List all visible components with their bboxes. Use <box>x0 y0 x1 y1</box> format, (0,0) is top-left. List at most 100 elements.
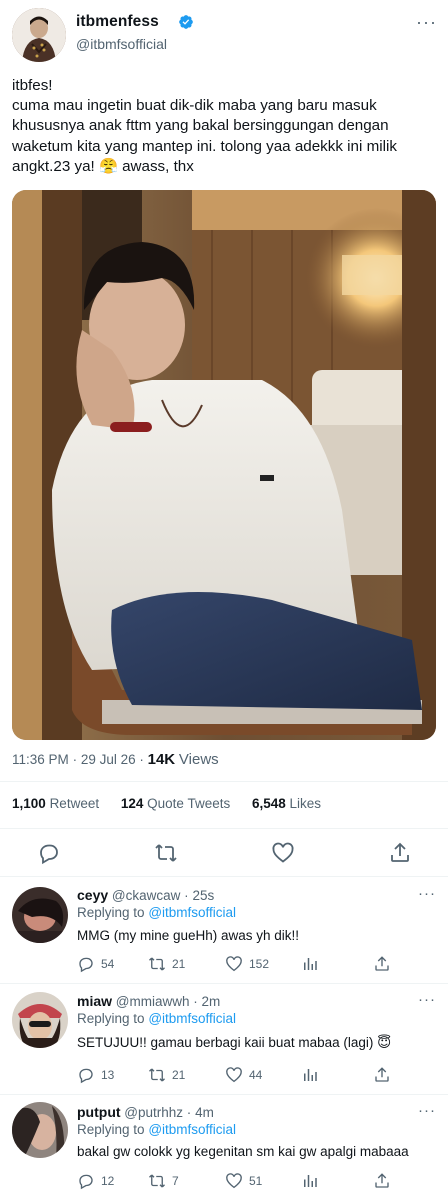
meta-separator: · <box>139 752 148 767</box>
tweet-text: itbfes! cuma mau ingetin buat dik-dik ma… <box>12 77 397 175</box>
tweet-date[interactable]: 29 Jul 26 <box>81 752 136 767</box>
reply-retweet-action[interactable]: 21 <box>148 955 185 973</box>
replying-to: Replying to @itbmfsofficial <box>77 1011 236 1026</box>
like-icon <box>226 1067 242 1083</box>
reply-author-name[interactable]: ceyy <box>77 887 108 903</box>
like-icon <box>226 956 242 972</box>
quotes-label[interactable]: Quote Tweets <box>147 796 230 811</box>
retweet-count: 21 <box>172 1068 186 1082</box>
reply-like-action[interactable]: 51 <box>225 1172 262 1190</box>
author-handle[interactable]: @itbmfsofficial <box>76 36 167 52</box>
reply-time[interactable]: 4m <box>195 1105 214 1120</box>
like-count: 51 <box>249 1174 263 1188</box>
author-name[interactable]: itbmenfess <box>76 13 159 31</box>
retweet-count: 7 <box>172 1174 179 1188</box>
reply-header: ceyy @ckawcaw · 25s <box>77 887 214 903</box>
more-icon[interactable]: ··· <box>418 885 436 902</box>
reply-reply-action[interactable]: 13 <box>77 1066 114 1084</box>
reply-icon <box>79 957 93 973</box>
like-count: 44 <box>249 1068 263 1082</box>
more-icon[interactable]: ··· <box>416 12 437 33</box>
replying-to: Replying to @itbmfsofficial <box>77 1122 236 1137</box>
replying-to-handle[interactable]: @itbmfsofficial <box>148 1122 236 1137</box>
replying-prefix: Replying to <box>77 1122 145 1137</box>
retweet-icon <box>149 1068 165 1082</box>
reply-author-handle[interactable]: @putrhhz <box>124 1105 183 1120</box>
reply-count: 12 <box>101 1174 115 1188</box>
author-avatar[interactable] <box>12 8 66 62</box>
retweet-icon <box>149 1174 165 1188</box>
tweet-photo[interactable] <box>12 190 436 740</box>
divider <box>0 983 448 984</box>
reply-retweet-action[interactable]: 21 <box>148 1066 185 1084</box>
likes-label[interactable]: Likes <box>290 796 322 811</box>
replying-to-handle[interactable]: @itbmfsofficial <box>148 1011 236 1026</box>
reply-text: bakal gw colokk yg kegenitan sm kai gw a… <box>77 1144 409 1159</box>
tweet-photo-image <box>12 190 436 740</box>
views-label: Views <box>178 751 219 768</box>
divider <box>0 876 448 877</box>
reply-text: SETUJUU!! gamau berbagi kaii buat mabaa … <box>77 1035 392 1050</box>
retweet-icon[interactable] <box>154 841 178 865</box>
reply-text: MMG (my mine gueHh) awas yh dik!! <box>77 928 300 943</box>
reply-avatar[interactable] <box>12 887 68 943</box>
reply-author-handle[interactable]: @ckawcaw <box>112 888 180 903</box>
reply-avatar[interactable] <box>12 1102 68 1158</box>
replying-to-handle[interactable]: @itbmfsofficial <box>148 905 236 920</box>
meta-separator: · <box>72 752 81 767</box>
reply-author-name[interactable]: miaw <box>77 993 112 1009</box>
reply-avatar-image <box>12 887 68 943</box>
replying-prefix: Replying to <box>77 1011 145 1026</box>
author-avatar-image <box>12 8 66 62</box>
reply-author-name[interactable]: putput <box>77 1104 121 1120</box>
reply-like-action[interactable]: 152 <box>225 955 269 973</box>
reply-icon <box>79 1068 93 1084</box>
reply-header: miaw @mmiawwh · 2m <box>77 993 220 1009</box>
reply-separator: · <box>184 888 189 903</box>
reply-reply-action[interactable]: 12 <box>77 1172 114 1190</box>
reply-retweet-action[interactable]: 7 <box>148 1172 179 1190</box>
views-count: 14K <box>147 751 176 768</box>
share-icon[interactable] <box>373 955 391 973</box>
retweets-count[interactable]: 1,100 <box>12 796 46 811</box>
share-icon[interactable] <box>373 1172 391 1190</box>
retweet-count: 21 <box>172 957 186 971</box>
reply-time[interactable]: 25s <box>192 888 214 903</box>
reply-icon[interactable] <box>37 841 61 865</box>
views-icon[interactable] <box>301 955 319 973</box>
reply-header: putput @putrhhz · 4m <box>77 1104 214 1120</box>
reply-avatar[interactable] <box>12 992 68 1048</box>
reply-time[interactable]: 2m <box>202 994 221 1009</box>
reply-count: 13 <box>101 1068 115 1082</box>
divider <box>0 1094 448 1095</box>
reply-author-handle[interactable]: @mmiawwh <box>116 994 190 1009</box>
tweet-time[interactable]: 11:36 PM <box>12 752 69 767</box>
share-icon[interactable] <box>373 1066 391 1084</box>
share-icon[interactable] <box>388 841 412 865</box>
replying-prefix: Replying to <box>77 905 145 920</box>
reply-icon <box>79 1174 93 1190</box>
like-count: 152 <box>249 957 270 971</box>
likes-count[interactable]: 6,548 <box>252 796 286 811</box>
like-icon[interactable] <box>271 841 295 865</box>
divider <box>0 828 448 829</box>
more-icon[interactable]: ··· <box>418 991 436 1008</box>
quotes-count[interactable]: 124 <box>121 796 144 811</box>
replying-to: Replying to @itbmfsofficial <box>77 905 236 920</box>
more-icon[interactable]: ··· <box>418 1102 436 1119</box>
reply-avatar-image <box>12 1102 68 1158</box>
tweet-stats: 1,100 Retweet 124 Quote Tweets 6,548 Lik… <box>12 796 321 811</box>
views-icon[interactable] <box>301 1066 319 1084</box>
tweet-meta: 11:36 PM · 29 Jul 26 · 14K Views <box>12 751 219 768</box>
reply-like-action[interactable]: 44 <box>225 1066 262 1084</box>
reply-reply-action[interactable]: 54 <box>77 955 114 973</box>
reply-separator: · <box>186 1105 192 1120</box>
retweets-label[interactable]: Retweet <box>50 796 100 811</box>
reply-avatar-image <box>12 992 68 1048</box>
divider <box>0 781 448 782</box>
retweet-icon <box>149 957 165 971</box>
reply-separator: · <box>193 994 198 1009</box>
like-icon <box>226 1173 242 1189</box>
reply-count: 54 <box>101 957 115 971</box>
views-icon[interactable] <box>301 1172 319 1190</box>
